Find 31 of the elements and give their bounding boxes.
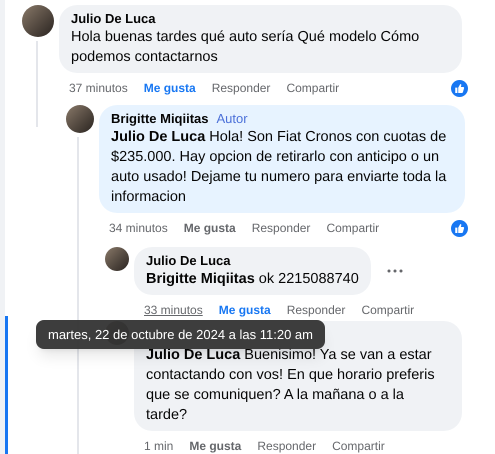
reply-link[interactable]: Responder: [212, 79, 270, 97]
like-link[interactable]: Me gusta: [144, 79, 196, 97]
timestamp-link[interactable]: 1 min: [144, 437, 174, 454]
timestamp-link[interactable]: 34 minutos: [109, 219, 168, 237]
thumbs-up-icon[interactable]: [451, 220, 468, 236]
avatar[interactable]: [22, 5, 54, 37]
comment-text: Hola buenas tardes qué auto sería Qué modelo Cómo podemos contactarnos: [71, 28, 420, 67]
avatar[interactable]: [66, 105, 94, 133]
reply-link[interactable]: Responder: [257, 437, 316, 454]
share-link[interactable]: Compartir: [286, 79, 340, 97]
reply-link[interactable]: Responder: [286, 301, 346, 319]
share-link[interactable]: Compartir: [326, 219, 380, 237]
comment-text: Julio De Luca Buenisimo! Ya se van a estar contactando con vos! En que horario preferis que se comuniquen? A la mañana o a la tarde?: [146, 346, 436, 425]
author-name[interactable]: Julio De Luca: [71, 11, 156, 27]
like-link[interactable]: Me gusta: [218, 301, 271, 319]
share-link[interactable]: Compartir: [361, 301, 414, 319]
more-options-icon[interactable]: [386, 269, 403, 273]
share-link[interactable]: Compartir: [332, 437, 385, 454]
author-label: Autor: [216, 111, 248, 127]
comment-text: Julio De Luca Hola! Son Fiat Cronos con cuotas de $235.000. Hay opcion de retirarlo con anticipo o un auto usado! Dejame tu numero para enviarte toda la informacion: [111, 128, 448, 207]
author-name[interactable]: Brigitte Miqiitas: [111, 111, 209, 127]
avatar[interactable]: [105, 247, 129, 271]
author-name[interactable]: Julio De Luca: [146, 253, 231, 269]
thumbs-up-icon[interactable]: [451, 80, 468, 96]
comment-text: Brigitte Miqiitas ok 2215088740: [146, 270, 359, 289]
reply-link[interactable]: Responder: [252, 219, 310, 237]
date-tooltip: martes, 22 de octubre de 2024 a las 11:20 am: [36, 320, 325, 349]
like-link[interactable]: Me gusta: [184, 219, 236, 237]
like-link[interactable]: Me gusta: [189, 437, 242, 454]
timestamp-link[interactable]: 37 minutos: [69, 79, 128, 97]
timestamp-link[interactable]: 33 minutos: [144, 301, 203, 319]
